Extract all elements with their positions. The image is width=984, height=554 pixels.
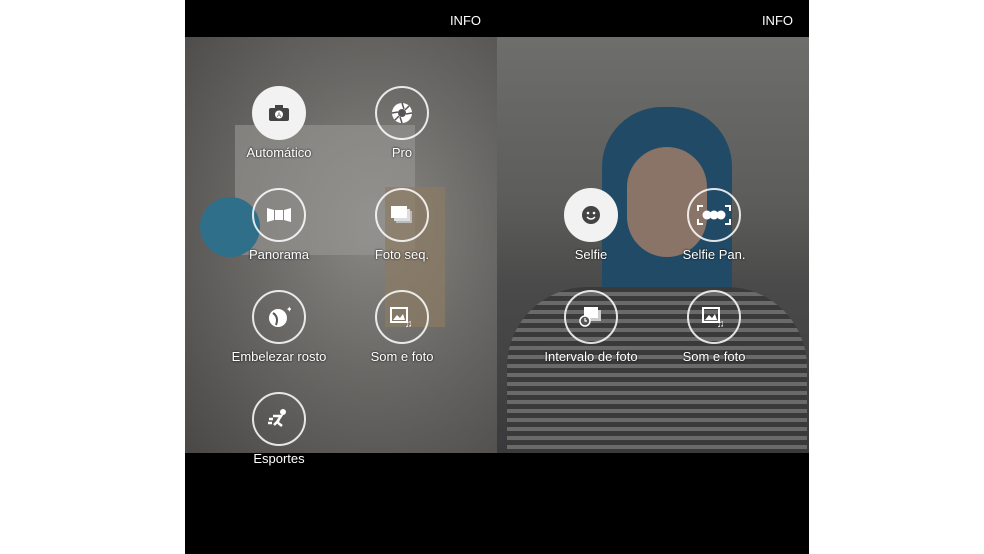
left-camera-screen: INFO A Automático Pro Panorama Foto seq. … xyxy=(185,0,497,554)
mode-esportes[interactable]: Esportes xyxy=(219,392,339,466)
sports-icon xyxy=(252,392,306,446)
aperture-icon xyxy=(375,86,429,140)
mode-embelezar-rosto[interactable]: ✦ Embelezar rosto xyxy=(219,290,339,364)
mode-som-e-foto[interactable]: ♫ Som e foto xyxy=(342,290,462,364)
beauty-face-icon: ✦ xyxy=(252,290,306,344)
mode-selfie-pan[interactable]: Selfie Pan. xyxy=(654,188,774,262)
mode-automatico[interactable]: A Automático xyxy=(219,86,339,160)
interval-icon xyxy=(564,290,618,344)
info-button[interactable]: INFO xyxy=(450,13,481,28)
svg-text:♫: ♫ xyxy=(405,319,413,328)
camera-auto-icon: A xyxy=(252,86,306,140)
info-button[interactable]: INFO xyxy=(762,13,793,28)
mode-som-e-foto[interactable]: ♫ Som e foto xyxy=(654,290,774,364)
burst-icon xyxy=(375,188,429,242)
mode-selfie[interactable]: Selfie xyxy=(531,188,651,262)
svg-text:♫: ♫ xyxy=(717,319,725,328)
mode-foto-seq[interactable]: Foto seq. xyxy=(342,188,462,262)
svg-text:A: A xyxy=(277,113,281,119)
mode-panorama[interactable]: Panorama xyxy=(219,188,339,262)
camera-preview: A Automático Pro Panorama Foto seq. ✦ Embe… xyxy=(185,37,497,466)
svg-text:✦: ✦ xyxy=(286,305,291,314)
selfie-icon xyxy=(564,188,618,242)
panorama-icon xyxy=(252,188,306,242)
wide-selfie-icon xyxy=(687,188,741,242)
sound-photo-icon: ♫ xyxy=(687,290,741,344)
mode-intervalo-de-foto[interactable]: Intervalo de foto xyxy=(531,290,651,364)
mode-pro[interactable]: Pro xyxy=(342,86,462,160)
camera-preview: Selfie Selfie Pan. Intervalo de foto ♫ So… xyxy=(497,37,809,453)
right-camera-screen: INFO Selfie Selfie Pan. Intervalo de fot… xyxy=(497,0,809,554)
sound-photo-icon: ♫ xyxy=(375,290,429,344)
